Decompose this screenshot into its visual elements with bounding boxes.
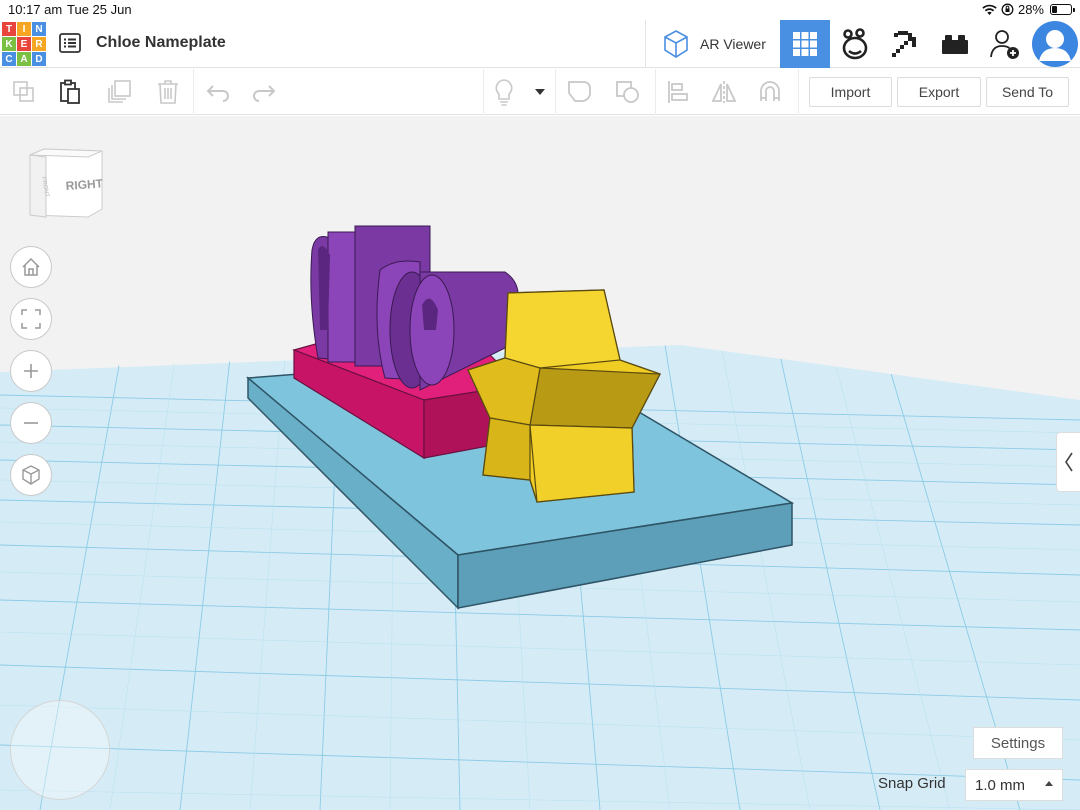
add-user-button[interactable] <box>980 20 1030 68</box>
logo-letter-tile: D <box>32 52 46 66</box>
caret-down-icon <box>535 89 545 95</box>
fit-view-icon <box>21 309 41 329</box>
chevron-left-icon <box>1064 452 1073 472</box>
snap-grid-select[interactable]: 1.0 mm <box>965 769 1063 801</box>
copy-icon <box>13 81 34 102</box>
ungroup-button[interactable] <box>614 78 642 106</box>
toolbar-divider <box>193 69 194 115</box>
bricks-button[interactable] <box>930 20 980 68</box>
logo-letter-tile: C <box>2 52 16 66</box>
scene-3d[interactable] <box>0 116 1080 810</box>
logo-letter-tile: A <box>17 52 31 66</box>
redo-icon <box>253 85 276 102</box>
logo-letter-tile: N <box>32 22 46 36</box>
snap-grid-value: 1.0 mm <box>975 776 1026 794</box>
ar-viewer-button[interactable]: AR Viewer <box>645 20 780 68</box>
user-avatar-icon <box>1039 30 1071 61</box>
duplicate-icon <box>108 80 131 103</box>
toolbar-divider <box>555 69 556 115</box>
shapes-panel-toggle[interactable] <box>1056 432 1080 492</box>
fit-view-button[interactable] <box>10 298 52 340</box>
export-button[interactable]: Export <box>897 77 981 107</box>
view-cube[interactable]: RIGHT FRONT <box>26 145 106 230</box>
copy-button[interactable] <box>10 78 38 106</box>
delete-button[interactable] <box>154 78 182 106</box>
wifi-icon <box>982 4 997 15</box>
tinkercad-logo[interactable]: TIN KER CAD <box>2 22 46 66</box>
import-button[interactable]: Import <box>809 77 892 107</box>
ungroup-icon <box>616 81 639 103</box>
align-button[interactable] <box>664 78 692 106</box>
zoom-in-button[interactable] <box>10 350 52 392</box>
logo-letter-tile: I <box>17 22 31 36</box>
minus-icon <box>24 422 38 424</box>
home-view-button[interactable] <box>10 246 52 288</box>
group-button[interactable] <box>566 78 594 106</box>
home-icon <box>22 257 40 276</box>
codeblocks-button[interactable] <box>830 20 880 68</box>
view-cube-right-label: RIGHT <box>65 176 104 193</box>
minecraft-button[interactable] <box>880 20 930 68</box>
grid-view-icon <box>793 32 817 56</box>
settings-button[interactable]: Settings <box>973 727 1063 759</box>
plus-icon <box>24 364 38 378</box>
status-bar: 10:17 am Tue 25 Jun 28% <box>0 0 1080 20</box>
logo-letter-tile: K <box>2 37 16 51</box>
undo-button[interactable] <box>204 78 232 106</box>
bear-icon <box>842 28 868 60</box>
app-header: TIN KER CAD Chloe Nameplate AR Viewer <box>0 20 1080 68</box>
caret-up-icon <box>1045 781 1053 786</box>
align-icon <box>668 81 688 103</box>
group-icon <box>568 81 591 102</box>
duplicate-button[interactable] <box>106 78 134 106</box>
logo-letter-tile: T <box>2 22 16 36</box>
battery-fill <box>1052 6 1058 13</box>
magnet-icon <box>760 81 780 101</box>
light-button[interactable] <box>490 78 518 106</box>
workplane-viewport[interactable]: RIGHT FRONT Settings Snap Grid 1.0 mm <box>0 116 1080 810</box>
perspective-cube-icon <box>22 465 40 485</box>
brick-icon <box>942 35 968 54</box>
design-title[interactable]: Chloe Nameplate <box>96 34 226 52</box>
send-to-button[interactable]: Send To <box>986 77 1069 107</box>
design-list-icon[interactable] <box>58 31 82 55</box>
paste-button[interactable] <box>56 78 84 106</box>
paste-icon <box>60 79 80 104</box>
status-right: 28% <box>982 2 1075 17</box>
orbit-joystick[interactable] <box>10 700 110 800</box>
logo-letter-tile: R <box>32 37 46 51</box>
lightbulb-icon <box>495 79 513 106</box>
user-avatar[interactable] <box>1032 21 1078 67</box>
pickaxe-icon <box>892 31 916 57</box>
edit-toolbar: Import Export Send To <box>0 69 1080 115</box>
toolbar-divider <box>798 69 799 115</box>
toolbar-divider <box>483 69 484 115</box>
ar-cube-icon <box>664 30 688 58</box>
logo-letter-tile: E <box>17 37 31 51</box>
redo-button[interactable] <box>250 78 278 106</box>
orientation-lock-icon <box>1001 3 1014 16</box>
add-user-icon <box>990 30 1019 59</box>
snap-grid-label: Snap Grid <box>878 775 946 792</box>
light-dropdown[interactable] <box>526 78 554 106</box>
trash-icon <box>158 80 178 104</box>
mirror-icon <box>711 81 737 103</box>
ar-viewer-label: AR Viewer <box>700 36 766 52</box>
mirror-button[interactable] <box>710 78 738 106</box>
battery-icon <box>1050 4 1075 15</box>
header-actions: AR Viewer <box>645 20 1080 68</box>
status-time: 10:17 am <box>8 2 63 17</box>
status-date: Tue 25 Jun <box>67 2 132 17</box>
perspective-button[interactable] <box>10 454 52 496</box>
cruise-button[interactable] <box>756 78 784 106</box>
undo-icon <box>206 85 229 102</box>
grid-view-button[interactable] <box>780 20 830 68</box>
toolbar-divider <box>655 69 656 115</box>
battery-percent: 28% <box>1017 2 1044 17</box>
zoom-out-button[interactable] <box>10 402 52 444</box>
